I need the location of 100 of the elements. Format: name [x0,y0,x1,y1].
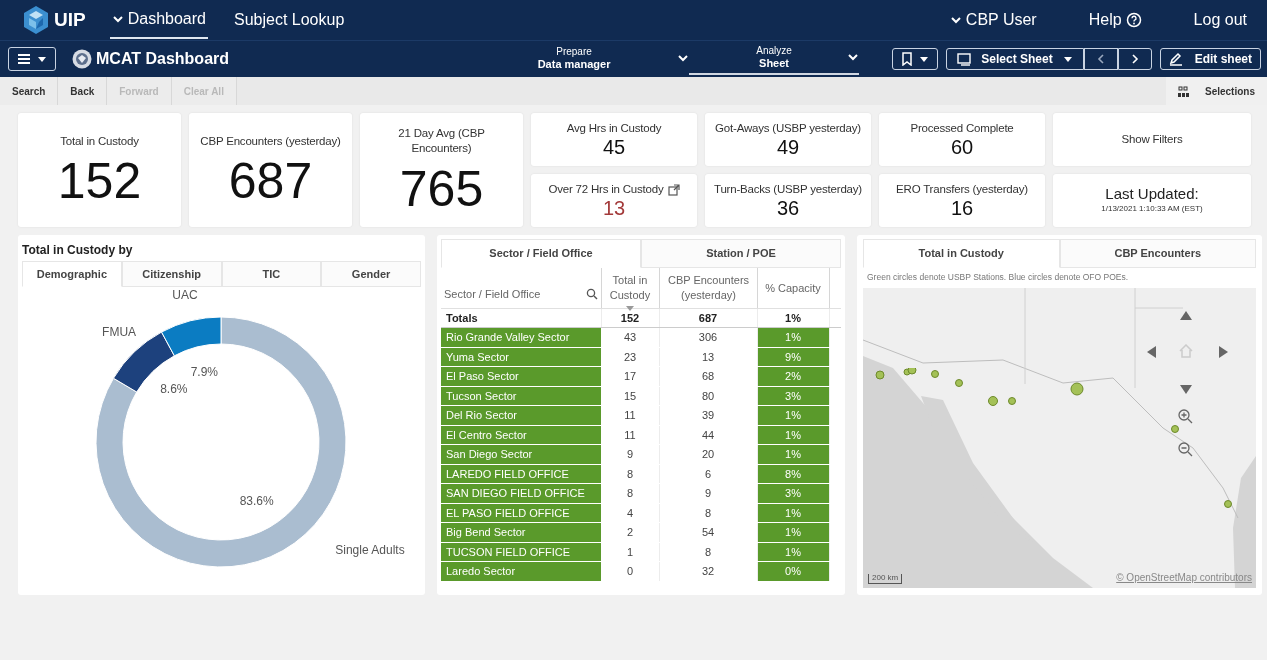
caret-icon [1062,55,1073,63]
table-cell: 43 [601,327,659,347]
user-menu[interactable]: CBP User [947,2,1039,38]
logout-link[interactable]: Log out [1191,2,1249,38]
table-cell: 17 [601,366,659,386]
map-tab[interactable]: CBP Encounters [1059,239,1256,268]
nav-tab[interactable]: Subject Lookup [231,2,347,38]
table-cell: 23 [601,347,659,367]
chevron-left-icon [1096,54,1105,64]
menu-button[interactable] [8,47,56,71]
show-filters-button[interactable]: Show Filters [1053,113,1251,166]
map-tab[interactable]: Total in Custody [863,239,1060,268]
pencil-icon [1168,52,1183,66]
kpi-value: 152 [57,156,142,207]
table-cell: 8 [601,483,659,503]
donut-slice[interactable] [161,316,222,357]
previous-button[interactable] [1083,48,1118,70]
kpi-value: 687 [228,156,313,207]
table-cell: 1% [757,503,829,523]
column-header[interactable]: CBP Encounters (yesterday) [662,273,755,303]
mode-tab[interactable]: Prepare Data manager [519,44,690,74]
map-note: Green circles denote USBP Stations. Blue circles denote OFO POEs. [866,271,1130,284]
last-updated-time: 1/13/2021 1:10:33 AM (EST) [1100,202,1204,215]
totals-cell: 687 [659,308,757,328]
bookmark-button[interactable] [892,48,939,70]
kpi-label: 21 Day Avg (CBP Encounters) [397,126,486,156]
table-cell: El Paso Sector [441,366,601,386]
edit-sheet-button[interactable]: Edit sheet [1159,48,1261,70]
table-cell: 11 [601,405,659,425]
table-cell: Yuma Sector [441,347,601,367]
kpi-value: 49 [776,135,800,158]
selections-icon [1177,85,1189,97]
table-cell: 9 [601,444,659,464]
chart-tab[interactable]: Gender [321,261,421,287]
kpi-value: 36 [776,196,800,219]
kpi-value: 45 [602,135,626,158]
mode-tab[interactable]: Analyze Sheet [689,43,860,75]
table-cell: Laredo Sector [441,561,601,581]
chart-tab[interactable]: Citizenship [121,261,222,287]
column-header[interactable]: Total in Custody [605,273,655,303]
logo-text: UIP [54,7,86,32]
kpi-label: Turn-Backs (USBP yesterday) [714,182,862,197]
totals-cell: 1% [757,308,829,328]
seal-icon [72,49,92,69]
table-cell: 1 [601,542,659,562]
percent-label: 7.9% [190,365,218,380]
arrow-right-icon[interactable] [1219,345,1228,358]
table-cell: 1% [757,542,829,562]
table-cell: 8% [757,464,829,484]
table-cell: 8 [601,464,659,484]
kpi-value: 60 [950,135,974,158]
table-cell: Del Rio Sector [441,405,601,425]
percent-label: 83.6% [239,493,274,508]
arrow-left-icon[interactable] [1147,345,1156,358]
column-header[interactable]: % Capacity [765,280,821,295]
bookmark-icon [901,52,914,66]
external-link-icon[interactable] [667,183,680,196]
kpi-label: Avg Hrs in Custody [566,121,662,136]
table-cell: 3% [757,386,829,406]
selections-button[interactable]: Selections [1165,77,1267,105]
kpi-value: 13 [602,196,626,219]
last-updated-label: Last Updated: [1104,186,1200,203]
kpi-value: 765 [399,163,484,214]
kpi-label: Processed Complete [910,121,1014,136]
chart-tab[interactable]: TIC [221,261,322,287]
kpi-label: Total in Custody [60,133,139,149]
table-cell: 1% [757,444,829,464]
app-title: MCAT Dashboard [96,49,230,69]
help-icon [1125,12,1142,28]
table-cell: Big Bend Sector [441,522,601,542]
category-label: FMUA [102,325,137,340]
select-sheet-button[interactable]: Select Sheet [946,48,1084,70]
chart-tab[interactable]: Demographic [22,261,122,287]
scale-bar: 200 km [868,573,903,584]
table-cell: El Centro Sector [441,425,601,445]
zoom-in-icon[interactable] [1178,408,1193,424]
arrow-down-icon[interactable] [1180,384,1192,394]
kpi-label: Over 72 Hrs in Custody [548,182,664,197]
table-cell: 1% [757,327,829,347]
caret-icon [919,55,930,63]
panel-title: Total in Custody by [21,242,134,259]
logo-icon [22,5,50,35]
table-cell: 9% [757,347,829,367]
arrow-up-icon[interactable] [1180,310,1192,320]
table-cell: 2% [757,366,829,386]
menu-icon [17,52,31,66]
zoom-out-icon[interactable] [1178,441,1193,457]
table-tab[interactable]: Sector / Field Office [441,239,641,268]
search-icon[interactable] [585,287,598,300]
table-cell: TUCSON FIELD OFFICE [441,542,601,562]
table-cell: Tucson Sector [441,386,601,406]
help-link[interactable]: Help [1086,2,1144,38]
kpi-label: ERO Transfers (yesterday) [896,182,1028,197]
chevron-right-icon [1130,54,1139,64]
next-button[interactable] [1117,48,1152,70]
kpi-value: 16 [950,196,974,219]
table-tab[interactable]: Station / POE [641,239,841,268]
table-cell: SAN DIEGO FIELD OFFICE [441,483,601,503]
column-header: Sector / Field Office [444,286,541,301]
category-label: UAC [172,288,198,303]
